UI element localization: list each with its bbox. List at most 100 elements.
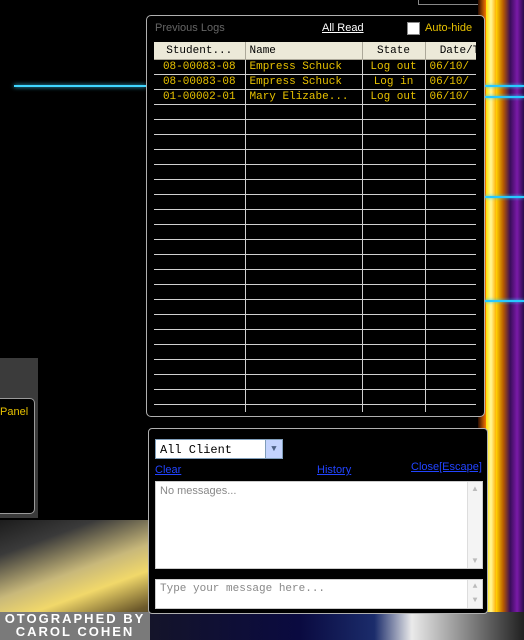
table-cell [154,149,246,165]
table-cell [245,314,363,330]
table-row-empty[interactable] [154,239,476,255]
auto-hide-checkbox[interactable] [407,22,420,35]
column-header[interactable]: Name [245,42,363,60]
table-cell [154,104,246,120]
background-strip [150,612,524,640]
table-row-empty[interactable] [154,329,476,345]
table-cell [362,149,426,165]
table-cell [362,239,426,255]
logs-table: Student... Name State Date/T 08-00083-08… [154,42,476,412]
scroll-up-icon[interactable]: ▲ [470,484,480,494]
table-row[interactable]: 01-00002-01 Mary Elizabe... Log out 06/1… [154,89,476,105]
side-panel: Panel [0,358,38,518]
table-cell [154,269,246,285]
scroll-up-icon[interactable]: ▲ [470,582,480,592]
table-row-empty[interactable] [154,314,476,330]
table-cell: Log out [362,59,426,75]
table-cell [245,119,363,135]
table-cell [362,179,426,195]
table-cell [245,269,363,285]
table-row-empty[interactable] [154,104,476,120]
table-cell: Log in [362,74,426,90]
table-row-empty[interactable] [154,149,476,165]
table-cell [154,404,246,412]
table-cell [245,299,363,315]
table-row-empty[interactable] [154,134,476,150]
table-row-empty[interactable] [154,389,476,405]
table-cell [245,179,363,195]
table-cell [425,209,476,225]
auto-hide-label: Auto-hide [425,22,473,34]
table-cell [425,404,476,412]
clear-link[interactable]: Clear [155,464,181,476]
table-row-empty[interactable] [154,299,476,315]
table-cell [362,314,426,330]
chevron-down-icon[interactable]: ▼ [265,440,282,458]
table-cell [154,329,246,345]
table-cell [362,104,426,120]
close-link[interactable]: Close[Escape] [411,461,482,473]
table-cell: 06/10/ [425,74,476,90]
table-row-empty[interactable] [154,224,476,240]
column-header[interactable]: Date/T [425,42,476,60]
input-scrollbar[interactable]: ▲ ▼ [467,580,482,608]
table-cell [425,179,476,195]
table-cell: 06/10/ [425,89,476,105]
table-row-empty[interactable] [154,344,476,360]
table-cell: 06/10/ [425,59,476,75]
client-select-value: All Client [160,443,233,457]
table-row-empty[interactable] [154,164,476,180]
messages-placeholder: No messages... [160,485,237,497]
table-row-empty[interactable] [154,209,476,225]
table-row[interactable]: 08-00083-08 Empress Schuck Log in 06/10/ [154,74,476,90]
table-cell [425,239,476,255]
client-select[interactable]: All Client ▼ [155,439,283,459]
scroll-down-icon[interactable]: ▼ [470,596,480,606]
table-cell [425,194,476,210]
table-cell [154,254,246,270]
message-input-placeholder: Type your message here... [160,583,326,595]
table-row-empty[interactable] [154,404,476,412]
table-cell: 08-00083-08 [154,59,246,75]
table-cell [245,374,363,390]
table-cell: Mary Elizabe... [245,89,363,105]
table-row-empty[interactable] [154,194,476,210]
table-cell [362,134,426,150]
table-row-empty[interactable] [154,269,476,285]
column-header[interactable]: State [362,42,426,60]
history-link[interactable]: History [317,464,351,476]
table-cell: Log out [362,89,426,105]
table-cell [425,134,476,150]
table-cell [425,254,476,270]
message-input[interactable]: Type your message here... ▲ ▼ [155,579,483,609]
table-row[interactable]: 08-00083-08 Empress Schuck Log out 06/10… [154,59,476,75]
table-cell [362,329,426,345]
table-cell [362,164,426,180]
table-row-empty[interactable] [154,374,476,390]
messages-scrollbar[interactable]: ▲ ▼ [467,482,482,568]
table-row-empty[interactable] [154,359,476,375]
table-cell [245,389,363,405]
table-row-empty[interactable] [154,119,476,135]
photo-credit: OTOGRAPHED BY CAROL COHEN [0,612,150,640]
table-row-empty[interactable] [154,179,476,195]
table-cell [362,224,426,240]
table-cell [154,389,246,405]
table-cell [245,239,363,255]
table-row-empty[interactable] [154,284,476,300]
table-cell [245,254,363,270]
column-header[interactable]: Student... [154,42,246,60]
table-cell: Empress Schuck [245,59,363,75]
scroll-down-icon[interactable]: ▼ [470,556,480,566]
table-cell [425,284,476,300]
table-cell [425,119,476,135]
all-read-link[interactable]: All Read [322,22,364,34]
table-header-row: Student... Name State Date/T [154,42,476,60]
table-cell: Empress Schuck [245,74,363,90]
messages-area[interactable]: No messages... ▲ ▼ [155,481,483,569]
table-cell [245,329,363,345]
table-cell: 01-00002-01 [154,89,246,105]
table-cell [425,104,476,120]
table-row-empty[interactable] [154,254,476,270]
table-cell [154,239,246,255]
